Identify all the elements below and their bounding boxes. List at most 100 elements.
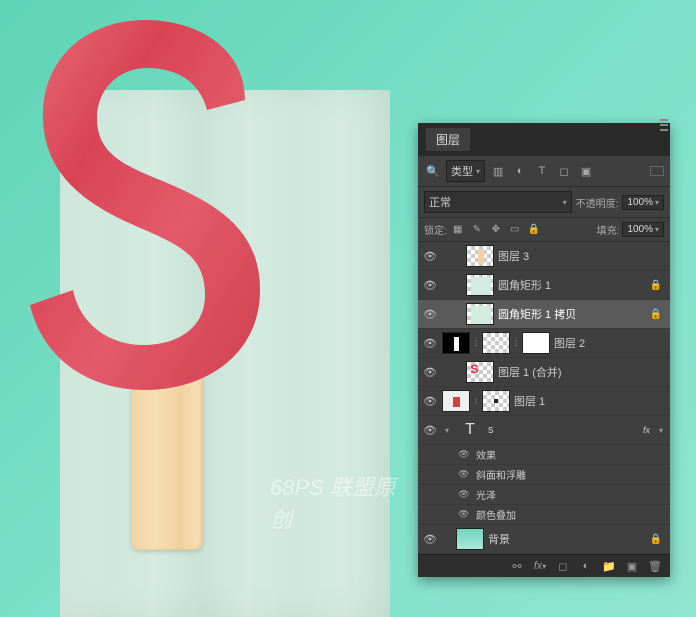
layer-row-selected[interactable]: 👁 圆角矩形 1 拷贝 🔒 — [418, 300, 670, 329]
new-layer-icon[interactable]: ▣ — [623, 558, 641, 574]
layer-name[interactable]: s — [488, 424, 639, 436]
mask-thumb[interactable] — [522, 332, 550, 354]
layer-thumb[interactable] — [466, 303, 494, 325]
watermark-text: 68PS 联盟原创 — [270, 470, 410, 534]
visibility-icon[interactable]: 👁 — [458, 449, 470, 460]
new-group-icon[interactable]: 📁 — [600, 558, 618, 574]
layer-name[interactable]: 图层 1 — [514, 393, 666, 409]
panel-footer: ⚯ fx▾ ◻ ◐ 📁 ▣ 🗑 — [418, 554, 670, 577]
filter-label: 类型 — [451, 163, 473, 179]
layer-name[interactable]: 圆角矩形 1 — [498, 277, 646, 293]
effect-name: 斜面和浮雕 — [476, 467, 526, 482]
layer-row[interactable]: 👁 ⁞ ⁞ 图层 2 — [418, 329, 670, 358]
layer-style-icon[interactable]: fx▾ — [531, 558, 549, 574]
visibility-icon[interactable]: 👁 — [422, 335, 438, 351]
visibility-icon[interactable]: 👁 — [422, 248, 438, 264]
search-icon[interactable]: 🔍 — [424, 163, 442, 179]
panel-tab-layers[interactable]: 图层 — [426, 128, 470, 151]
layer-thumb[interactable] — [442, 332, 470, 354]
effect-name: 光泽 — [476, 487, 496, 502]
chevron-down-icon: ▾ — [563, 198, 567, 207]
lock-transparency-icon[interactable]: ▦ — [450, 223, 466, 237]
filter-type-icon[interactable]: T — [533, 163, 551, 179]
fill-label: 填充: — [597, 222, 620, 237]
blend-mode-dropdown[interactable]: 正常 ▾ — [424, 191, 572, 213]
fill-input[interactable]: 100% ▾ — [622, 222, 664, 237]
visibility-icon[interactable]: 👁 — [458, 509, 470, 520]
filter-pixel-icon[interactable]: ▥ — [489, 163, 507, 179]
link-icon[interactable]: ⁞ — [512, 332, 520, 354]
fx-icon[interactable]: fx — [643, 425, 650, 435]
text-layer-icon: T — [456, 419, 484, 441]
filter-row: 🔍 类型 ▾ ▥ ◐ T ◻ ▣ — [418, 156, 670, 187]
blend-opacity-row: 正常 ▾ 不透明度: 100% ▾ — [418, 187, 670, 218]
blend-mode-value: 正常 — [429, 194, 451, 210]
s-letter-shape — [15, 10, 295, 390]
link-icon[interactable]: ⁞ — [472, 332, 480, 354]
fx-item[interactable]: 👁 斜面和浮雕 — [418, 465, 670, 485]
visibility-icon[interactable]: 👁 — [422, 422, 438, 438]
panel-header: 图层 — [418, 123, 670, 156]
opacity-input[interactable]: 100% ▾ — [622, 195, 664, 210]
visibility-icon[interactable]: 👁 — [422, 393, 438, 409]
visibility-icon[interactable]: 👁 — [422, 531, 438, 547]
lock-all-icon[interactable]: 🔒 — [526, 223, 542, 237]
chevron-down-icon: ▾ — [655, 225, 659, 234]
fx-header: 👁 效果 — [418, 445, 670, 465]
layer-row[interactable]: 👁 圆角矩形 1 🔒 — [418, 271, 670, 300]
visibility-icon[interactable]: 👁 — [422, 364, 438, 380]
filter-smart-icon[interactable]: ▣ — [577, 163, 595, 179]
layer-name[interactable]: 图层 3 — [498, 248, 666, 264]
fx-item[interactable]: 👁 光泽 — [418, 485, 670, 505]
chevron-down-icon: ▾ — [476, 167, 480, 176]
layer-thumb[interactable] — [466, 361, 494, 383]
lock-fill-row: 锁定: ▦ ✎ ✥ ▭ 🔒 填充: 100% ▾ — [418, 218, 670, 242]
lock-label: 锁定: — [424, 222, 447, 237]
layers-list: 👁 图层 3 👁 圆角矩形 1 🔒 👁 圆角矩形 1 拷贝 🔒 👁 ⁞ — [418, 242, 670, 554]
layers-panel: 图层 🔍 类型 ▾ ▥ ◐ T ◻ ▣ 正常 ▾ 不透明度: 100% ▾ 锁定… — [418, 123, 670, 577]
visibility-icon[interactable]: 👁 — [422, 306, 438, 322]
layer-row[interactable]: 👁 ▾ T s fx ▾ — [418, 416, 670, 445]
effects-label: 效果 — [476, 447, 496, 462]
layer-row[interactable]: 👁 ⁞ 图层 1 — [418, 387, 670, 416]
layer-row[interactable]: 👁 图层 1 (合并) — [418, 358, 670, 387]
layer-name[interactable]: 图层 1 (合并) — [498, 364, 666, 380]
filter-toggle[interactable] — [650, 166, 664, 176]
layer-thumb[interactable] — [482, 332, 510, 354]
layer-thumb[interactable] — [482, 390, 510, 412]
layer-thumb[interactable] — [466, 245, 494, 267]
lock-icon: 🔒 — [650, 309, 662, 320]
layer-name[interactable]: 图层 2 — [554, 335, 666, 351]
expand-icon[interactable]: ▾ — [442, 426, 452, 435]
opacity-value: 100% — [627, 197, 653, 208]
filter-type-dropdown[interactable]: 类型 ▾ — [446, 160, 485, 182]
layer-thumb[interactable] — [456, 528, 484, 550]
layer-name[interactable]: 圆角矩形 1 拷贝 — [498, 306, 646, 322]
layer-thumb[interactable] — [442, 390, 470, 412]
lock-icon: 🔒 — [650, 280, 662, 291]
fx-item[interactable]: 👁 颜色叠加 — [418, 505, 670, 525]
layer-mask-icon[interactable]: ◻ — [554, 558, 572, 574]
visibility-icon[interactable]: 👁 — [458, 489, 470, 500]
adjustment-layer-icon[interactable]: ◐ — [577, 558, 595, 574]
lock-pixels-icon[interactable]: ✎ — [469, 223, 485, 237]
opacity-label: 不透明度: — [576, 195, 619, 210]
panel-menu-icon[interactable] — [660, 119, 668, 131]
layer-name[interactable]: 背景 — [488, 531, 646, 547]
layer-thumb[interactable] — [466, 274, 494, 296]
lock-artboard-icon[interactable]: ▭ — [507, 223, 523, 237]
chevron-down-icon: ▾ — [655, 198, 659, 207]
visibility-icon[interactable]: 👁 — [458, 469, 470, 480]
lock-position-icon[interactable]: ✥ — [488, 223, 504, 237]
fx-expand-icon[interactable]: ▾ — [656, 426, 666, 435]
fill-value: 100% — [627, 224, 653, 235]
canvas-area: 68PS 联盟原创 — [0, 0, 410, 617]
visibility-icon[interactable]: 👁 — [422, 277, 438, 293]
layer-row[interactable]: 👁 背景 🔒 — [418, 525, 670, 554]
link-icon[interactable]: ⁞ — [472, 390, 480, 412]
link-layers-icon[interactable]: ⚯ — [508, 558, 526, 574]
filter-shape-icon[interactable]: ◻ — [555, 163, 573, 179]
layer-row[interactable]: 👁 图层 3 — [418, 242, 670, 271]
delete-layer-icon[interactable]: 🗑 — [646, 558, 664, 574]
filter-adjust-icon[interactable]: ◐ — [511, 163, 529, 179]
